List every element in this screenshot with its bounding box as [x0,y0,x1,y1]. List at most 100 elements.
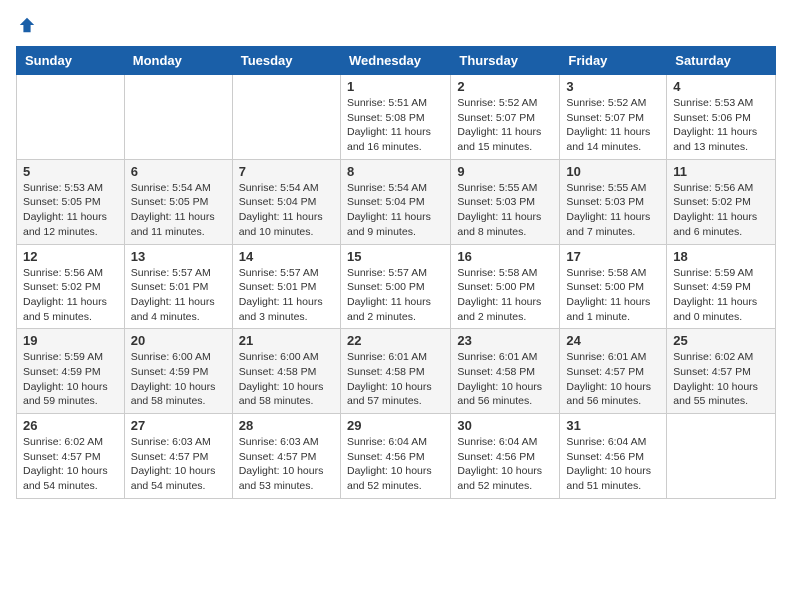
day-info: Sunrise: 5:55 AM Sunset: 5:03 PM Dayligh… [457,181,553,240]
day-number: 7 [239,164,334,179]
day-number: 16 [457,249,553,264]
calendar-week-row: 26Sunrise: 6:02 AM Sunset: 4:57 PM Dayli… [17,414,776,499]
day-info: Sunrise: 6:00 AM Sunset: 4:59 PM Dayligh… [131,350,226,409]
day-info: Sunrise: 5:52 AM Sunset: 5:07 PM Dayligh… [566,96,660,155]
calendar-cell: 2Sunrise: 5:52 AM Sunset: 5:07 PM Daylig… [451,75,560,160]
calendar-header-monday: Monday [124,47,232,75]
calendar-cell: 19 Sunrise: 5:59 AM Sunset: 4:59 PM Dayli… [17,329,125,414]
day-info: Sunrise: 5:54 AM Sunset: 5:04 PM Dayligh… [347,181,444,240]
calendar-week-row: 12 Sunrise: 5:56 AM Sunset: 5:02 PM Dayli… [17,244,776,329]
day-number: 6 [131,164,226,179]
day-info: Sunrise: 5:51 AM Sunset: 5:08 PM Dayligh… [347,96,444,155]
day-number: 29 [347,418,444,433]
day-info: Sunrise: 6:01 AM Sunset: 4:58 PM Dayligh… [457,350,553,409]
day-info: Sunrise: 5:55 AM Sunset: 5:03 PM Dayligh… [566,181,660,240]
calendar-header-friday: Friday [560,47,667,75]
calendar-header-sunday: Sunday [17,47,125,75]
calendar-cell: 8Sunrise: 5:54 AM Sunset: 5:04 PM Daylig… [340,159,450,244]
calendar-cell [232,75,340,160]
calendar-week-row: 19 Sunrise: 5:59 AM Sunset: 4:59 PM Dayli… [17,329,776,414]
day-info: Sunrise: 6:04 AM Sunset: 4:56 PM Dayligh… [566,435,660,494]
day-info: Sunrise: 5:54 AM Sunset: 5:04 PM Dayligh… [239,181,334,240]
calendar-table: SundayMondayTuesdayWednesdayThursdayFrid… [16,46,776,499]
day-info: Sunrise: 6:00 AM Sunset: 4:58 PM Dayligh… [239,350,334,409]
day-number: 31 [566,418,660,433]
day-number: 15 [347,249,444,264]
day-info: Sunrise: 5:59 AM Sunset: 4:59 PM Dayligh… [23,350,118,409]
calendar-cell: 3 Sunrise: 5:52 AM Sunset: 5:07 PM Daylig… [560,75,667,160]
day-number: 17 [566,249,660,264]
calendar-cell: 9Sunrise: 5:55 AM Sunset: 5:03 PM Daylig… [451,159,560,244]
calendar-cell: 28 Sunrise: 6:03 AM Sunset: 4:57 PM Dayli… [232,414,340,499]
calendar-cell: 13 Sunrise: 5:57 AM Sunset: 5:01 PM Dayli… [124,244,232,329]
calendar-cell: 12 Sunrise: 5:56 AM Sunset: 5:02 PM Dayli… [17,244,125,329]
calendar-cell: 6 Sunrise: 5:54 AM Sunset: 5:05 PM Daylig… [124,159,232,244]
calendar-cell: 22 Sunrise: 6:01 AM Sunset: 4:58 PM Dayli… [340,329,450,414]
day-info: Sunrise: 5:56 AM Sunset: 5:02 PM Dayligh… [23,266,118,325]
calendar-cell [667,414,776,499]
calendar-cell: 1 Sunrise: 5:51 AM Sunset: 5:08 PM Daylig… [340,75,450,160]
day-number: 23 [457,333,553,348]
calendar-cell: 7 Sunrise: 5:54 AM Sunset: 5:04 PM Daylig… [232,159,340,244]
calendar-cell: 30 Sunrise: 6:04 AM Sunset: 4:56 PM Dayli… [451,414,560,499]
calendar-header-thursday: Thursday [451,47,560,75]
calendar-cell: 24Sunrise: 6:01 AM Sunset: 4:57 PM Dayli… [560,329,667,414]
calendar-cell: 26Sunrise: 6:02 AM Sunset: 4:57 PM Dayli… [17,414,125,499]
day-info: Sunrise: 5:56 AM Sunset: 5:02 PM Dayligh… [673,181,769,240]
page-header [16,16,776,34]
day-number: 2 [457,79,553,94]
calendar-cell: 20 Sunrise: 6:00 AM Sunset: 4:59 PM Dayli… [124,329,232,414]
day-info: Sunrise: 5:53 AM Sunset: 5:05 PM Dayligh… [23,181,118,240]
day-info: Sunrise: 6:04 AM Sunset: 4:56 PM Dayligh… [457,435,553,494]
day-info: Sunrise: 5:57 AM Sunset: 5:01 PM Dayligh… [239,266,334,325]
calendar-cell [17,75,125,160]
day-number: 1 [347,79,444,94]
calendar-cell: 27Sunrise: 6:03 AM Sunset: 4:57 PM Dayli… [124,414,232,499]
calendar-cell: 18 Sunrise: 5:59 AM Sunset: 4:59 PM Dayli… [667,244,776,329]
day-info: Sunrise: 5:58 AM Sunset: 5:00 PM Dayligh… [457,266,553,325]
day-info: Sunrise: 6:02 AM Sunset: 4:57 PM Dayligh… [23,435,118,494]
day-number: 11 [673,164,769,179]
logo-icon [18,16,36,34]
calendar-header-tuesday: Tuesday [232,47,340,75]
day-info: Sunrise: 5:58 AM Sunset: 5:00 PM Dayligh… [566,266,660,325]
day-info: Sunrise: 6:02 AM Sunset: 4:57 PM Dayligh… [673,350,769,409]
day-number: 25 [673,333,769,348]
day-info: Sunrise: 6:01 AM Sunset: 4:58 PM Dayligh… [347,350,444,409]
calendar-header-wednesday: Wednesday [340,47,450,75]
day-number: 19 [23,333,118,348]
day-info: Sunrise: 6:04 AM Sunset: 4:56 PM Dayligh… [347,435,444,494]
day-number: 13 [131,249,226,264]
day-info: Sunrise: 6:03 AM Sunset: 4:57 PM Dayligh… [239,435,334,494]
day-number: 14 [239,249,334,264]
day-info: Sunrise: 5:53 AM Sunset: 5:06 PM Dayligh… [673,96,769,155]
day-number: 18 [673,249,769,264]
calendar-cell: 10 Sunrise: 5:55 AM Sunset: 5:03 PM Dayli… [560,159,667,244]
day-info: Sunrise: 6:03 AM Sunset: 4:57 PM Dayligh… [131,435,226,494]
calendar-cell: 14 Sunrise: 5:57 AM Sunset: 5:01 PM Dayli… [232,244,340,329]
calendar-cell: 11 Sunrise: 5:56 AM Sunset: 5:02 PM Dayli… [667,159,776,244]
day-number: 12 [23,249,118,264]
calendar-week-row: 5 Sunrise: 5:53 AM Sunset: 5:05 PM Daylig… [17,159,776,244]
calendar-cell: 31 Sunrise: 6:04 AM Sunset: 4:56 PM Dayli… [560,414,667,499]
day-number: 10 [566,164,660,179]
day-number: 3 [566,79,660,94]
calendar-cell [124,75,232,160]
day-number: 20 [131,333,226,348]
day-info: Sunrise: 6:01 AM Sunset: 4:57 PM Dayligh… [566,350,660,409]
day-info: Sunrise: 5:54 AM Sunset: 5:05 PM Dayligh… [131,181,226,240]
calendar-cell: 5 Sunrise: 5:53 AM Sunset: 5:05 PM Daylig… [17,159,125,244]
day-number: 4 [673,79,769,94]
day-number: 5 [23,164,118,179]
calendar-cell: 17 Sunrise: 5:58 AM Sunset: 5:00 PM Dayli… [560,244,667,329]
calendar-header-row: SundayMondayTuesdayWednesdayThursdayFrid… [17,47,776,75]
calendar-cell: 4 Sunrise: 5:53 AM Sunset: 5:06 PM Daylig… [667,75,776,160]
day-number: 30 [457,418,553,433]
calendar-cell: 23 Sunrise: 6:01 AM Sunset: 4:58 PM Dayli… [451,329,560,414]
day-number: 28 [239,418,334,433]
day-info: Sunrise: 5:57 AM Sunset: 5:01 PM Dayligh… [131,266,226,325]
calendar-cell: 25 Sunrise: 6:02 AM Sunset: 4:57 PM Dayli… [667,329,776,414]
day-number: 21 [239,333,334,348]
day-info: Sunrise: 5:59 AM Sunset: 4:59 PM Dayligh… [673,266,769,325]
day-number: 22 [347,333,444,348]
